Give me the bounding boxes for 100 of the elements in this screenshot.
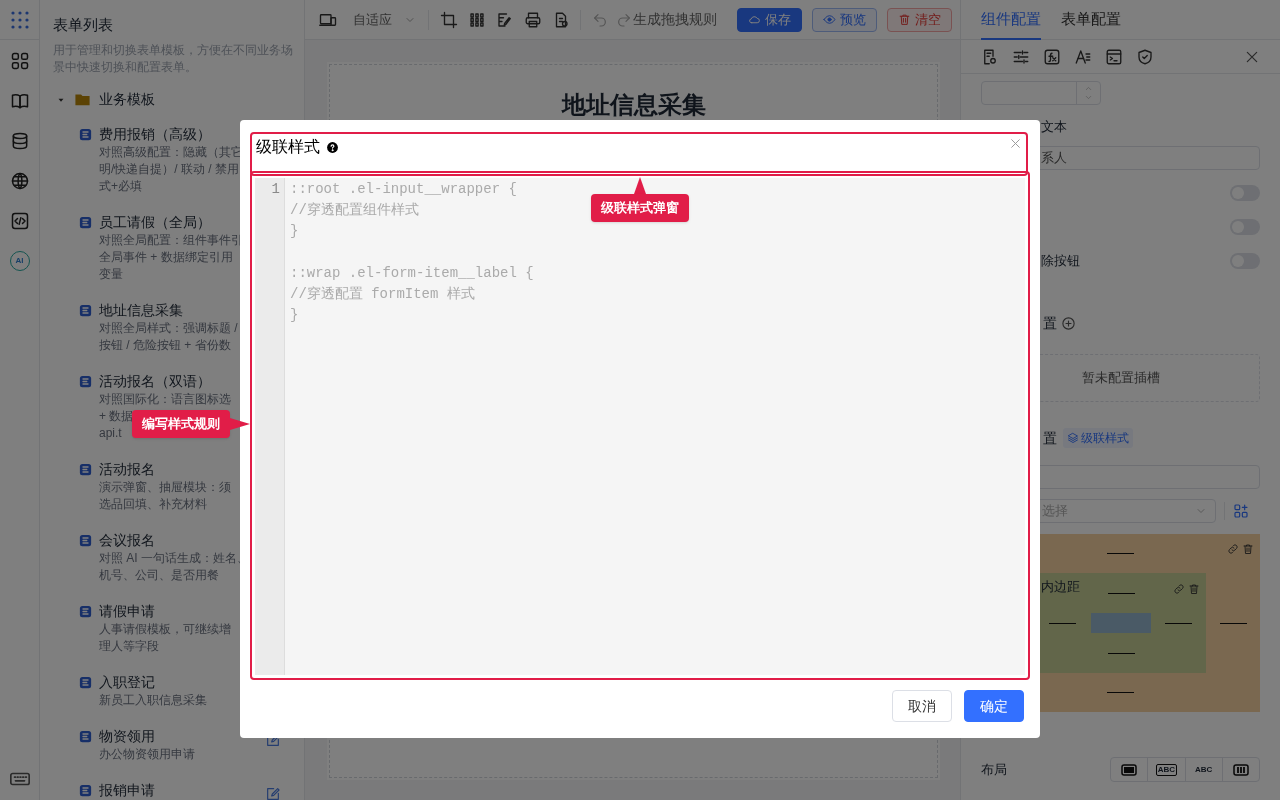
template-title[interactable]: 活动报名（双语） — [99, 371, 211, 391]
form-title: 地址信息采集 — [561, 90, 706, 120]
value-line[interactable] — [1219, 622, 1247, 624]
template-title[interactable]: 地址信息采集 — [99, 300, 183, 320]
printer-icon[interactable] — [524, 10, 542, 29]
template-description: 明/快递自提）/ 联动 / 禁用 — [99, 161, 239, 178]
template-description: 变量 — [99, 266, 123, 283]
chevron-up-icon — [1084, 84, 1093, 93]
form-settings-icon[interactable] — [981, 47, 999, 66]
value-line[interactable] — [1165, 622, 1192, 624]
add-icon[interactable] — [1061, 315, 1076, 331]
save-button[interactable]: 保存 — [737, 7, 802, 32]
grid-icon[interactable] — [9, 51, 30, 71]
add-block-icon[interactable] — [1233, 503, 1249, 519]
document-icon — [78, 303, 93, 318]
app-launcher-icon[interactable] — [9, 9, 30, 30]
edit-icon[interactable] — [496, 10, 514, 29]
value-line[interactable] — [1107, 592, 1135, 594]
crop-icon[interactable] — [440, 10, 458, 29]
font-size-icon[interactable] — [1074, 47, 1092, 66]
close-icon[interactable] — [1009, 137, 1022, 150]
cancel-button[interactable]: 取消 — [892, 690, 952, 722]
line-number: 1 — [271, 180, 280, 199]
document-icon — [78, 604, 93, 619]
template-description: 对照国际化：语言图标选 — [99, 391, 231, 408]
sidebar-title: 表单列表 — [53, 15, 113, 35]
template-title[interactable]: 请假申请 — [99, 601, 155, 621]
template-description: 新员工入职信息采集 — [99, 692, 207, 709]
link-icon[interactable] — [1173, 583, 1185, 595]
template-description: 办公物资领用申请 — [99, 746, 195, 763]
panel-tab[interactable]: 表单配置 — [1061, 0, 1121, 40]
terminal-icon[interactable] — [1105, 47, 1123, 66]
template-description: api.t — [99, 425, 122, 442]
toolbar-button-icon — [823, 13, 836, 26]
document-icon — [78, 374, 93, 389]
trash-icon[interactable] — [1242, 543, 1254, 555]
template-description: + 数据 — [99, 408, 134, 425]
template-title[interactable]: 会议报名 — [99, 530, 155, 550]
toolbar-button-icon — [748, 13, 761, 26]
callout: 级联样式弹窗 — [591, 177, 689, 222]
grid-icon[interactable] — [468, 10, 486, 29]
chevron-down-icon — [1084, 93, 1093, 102]
toolbar-button-icon — [898, 13, 911, 26]
template-title[interactable]: 活动报名 — [99, 459, 155, 479]
template-description: 机号、公司、是否用餐 — [99, 567, 219, 584]
function-icon[interactable] — [1043, 47, 1061, 66]
layout-option[interactable]: ABC — [1184, 758, 1222, 781]
value-line[interactable] — [1049, 622, 1076, 624]
section-label: 置 — [1043, 428, 1057, 448]
template-description: 演示弹窗、抽屉模块：须 — [99, 479, 231, 496]
template-description: 全局事件 + 数据绑定引用 — [99, 249, 233, 266]
trash-icon[interactable] — [1188, 583, 1200, 595]
number-input[interactable] — [981, 81, 1101, 105]
dialog-title: 级联样式 — [256, 137, 320, 157]
template-title[interactable]: 入职登记 — [99, 672, 155, 692]
template-description: 人事请假模板，可继续增 — [99, 621, 231, 638]
field-label: 布局 — [981, 760, 1007, 779]
template-description: 式+必填 — [99, 178, 142, 195]
confirm-button[interactable]: 确定 — [964, 690, 1024, 722]
padding-label: 内边距 — [1041, 578, 1080, 596]
preview-button[interactable]: 预览 — [812, 7, 877, 32]
section-label: 置 — [1043, 313, 1057, 333]
layout-option[interactable]: ABC — [1147, 758, 1185, 781]
content-box — [1091, 613, 1151, 633]
template-description: 理人等字段 — [99, 638, 159, 655]
cascade-style-button[interactable]: 级联样式 — [1063, 428, 1133, 448]
clear-button[interactable]: 清空 — [887, 7, 952, 32]
device-select[interactable]: 自适应 — [353, 9, 416, 30]
document-icon — [78, 462, 93, 477]
template-description: 按钮 / 危险按钮 + 省份数 — [99, 337, 231, 354]
document-icon — [78, 533, 93, 548]
sliders-icon[interactable] — [1012, 47, 1030, 66]
document-icon — [78, 127, 93, 142]
template-title[interactable]: 物资领用 — [99, 726, 155, 746]
help-icon[interactable] — [326, 141, 339, 154]
book-icon[interactable] — [9, 91, 30, 111]
template-description: 选品回填、补充材料 — [99, 496, 207, 513]
folder-label[interactable]: 业务模板 — [99, 89, 155, 110]
field-label: 文本 — [1040, 118, 1068, 136]
field-label: 除按钮 — [1040, 252, 1080, 271]
template-title[interactable]: 报销申请 — [99, 780, 155, 800]
shield-icon[interactable] — [1136, 47, 1154, 66]
document-icon — [78, 215, 93, 230]
globe-icon[interactable] — [9, 171, 30, 191]
flex-layout-icon — [1232, 763, 1249, 776]
link-icon[interactable] — [1227, 543, 1239, 555]
code-text: ::root .el-input__wrapper { //穿透配置组件样式 } ::wrap .el-form-item__label { //穿透配置 formItem 样式 } — [289, 180, 534, 325]
generate-rule-link[interactable]: 生成拖拽规则 — [633, 9, 717, 30]
template-description: 对照全局样式：强调标题 / — [99, 320, 238, 337]
document-icon — [78, 675, 93, 690]
block-layout-icon — [1121, 763, 1138, 776]
layout-segmented-control[interactable]: ABC ABC — [1110, 757, 1260, 782]
value-line[interactable] — [1107, 652, 1135, 654]
code-icon[interactable] — [9, 211, 30, 231]
template-title[interactable]: 员工请假（全局） — [99, 212, 211, 232]
panel-tab[interactable]: 组件配置 — [981, 0, 1041, 40]
template-description: 对照全局配置：组件事件引 — [99, 232, 243, 249]
template-description: 对照 AI 一句话生成：姓名、 — [99, 550, 249, 567]
layers-icon — [1067, 432, 1079, 444]
template-title[interactable]: 费用报销（高级） — [99, 124, 211, 144]
